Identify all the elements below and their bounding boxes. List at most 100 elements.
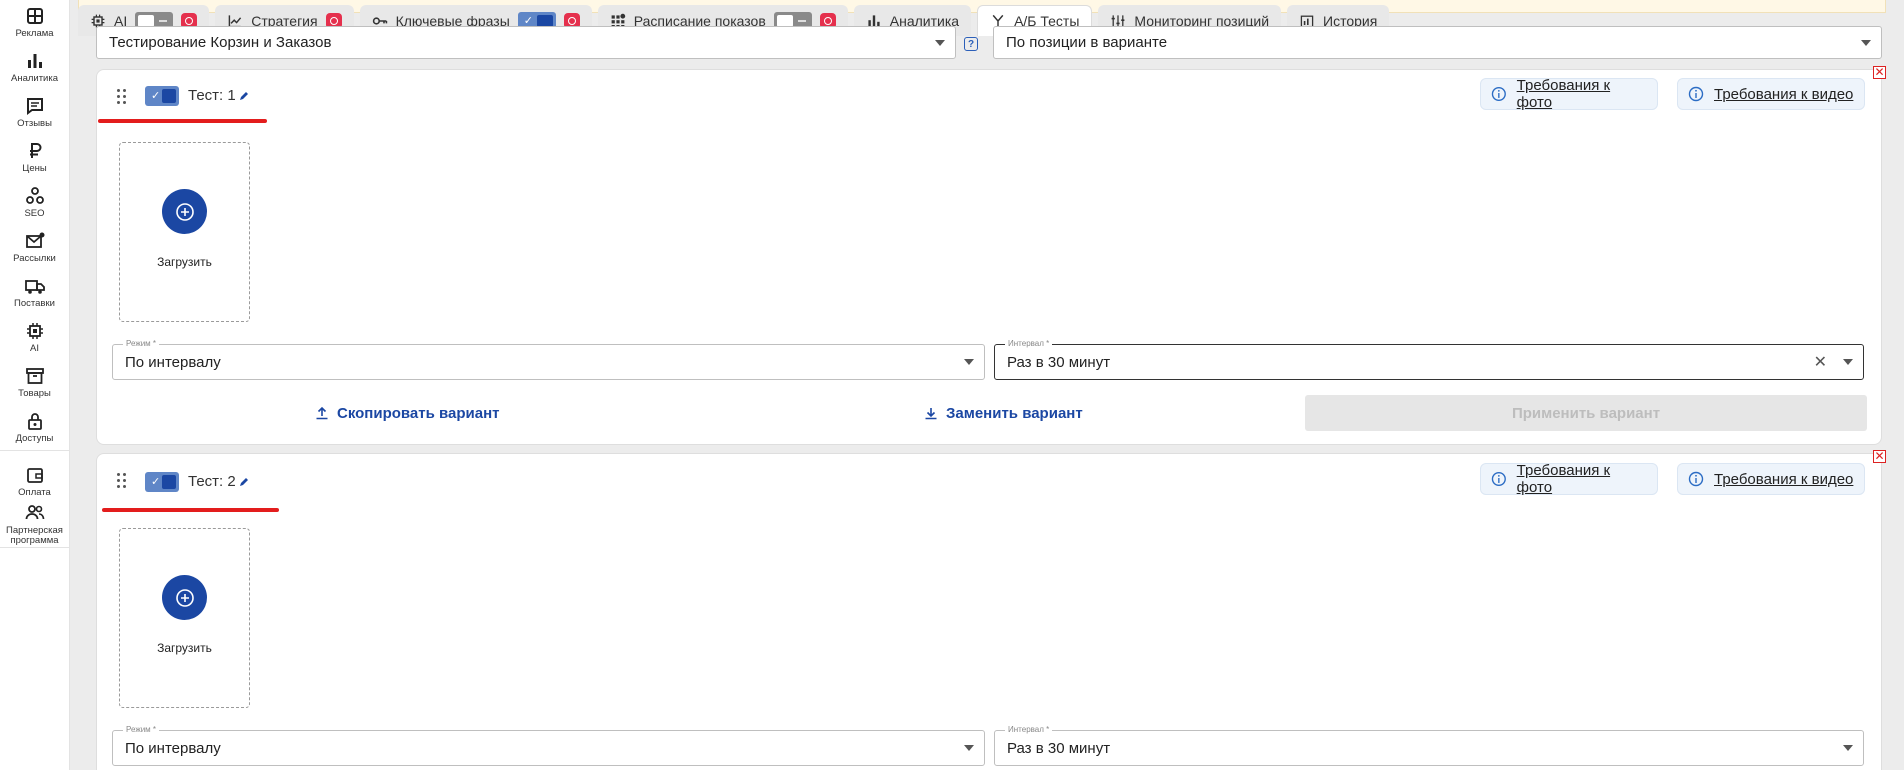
sidebar-item-products[interactable]: Товары [0,360,69,405]
seo-icon [25,187,44,204]
mode-value: По интервалу [125,353,221,371]
sidebar-main-group: Реклама Аналитика Отзывы Цены SEO Рассыл… [0,0,69,451]
test-card-1: ✓ Тест: 1 Требования к фото Требования к… [96,69,1882,445]
test-title-text: Тест: 2 [188,473,236,490]
test-enable-toggle[interactable]: ✓ [145,86,179,106]
photo-requirements-link[interactable]: Требования к фото [1480,462,1658,496]
comment-icon [26,98,43,115]
test-title[interactable]: Тест: 1 [188,87,250,104]
sidebar: Реклама Аналитика Отзывы Цены SEO Рассыл… [0,0,70,770]
pencil-icon[interactable] [238,476,250,488]
upload-button[interactable] [162,189,207,234]
chip-icon [26,323,43,339]
info-icon [1491,86,1506,102]
sidebar-item-seo[interactable]: SEO [0,180,69,225]
mode-select[interactable]: Режим * По интервалу [112,339,985,380]
upload-label: Загрузить [157,641,212,655]
info-icon [1491,471,1506,487]
clear-icon[interactable]: ✕ [1814,352,1827,372]
sidebar-item-label: Доступы [15,433,54,444]
info-icon [1688,471,1704,487]
sidebar-item-prices[interactable]: Цены [0,135,69,180]
upload-dropzone[interactable]: Загрузить [119,528,250,708]
upload-button[interactable] [162,575,207,620]
chevron-down-icon [964,359,974,365]
sidebar-item-access[interactable]: Доступы [0,405,69,450]
sidebar-item-label: Оплата [18,486,51,498]
chevron-down-icon [935,39,945,46]
sort-value: По позиции в варианте [1006,34,1168,51]
sidebar-item-label: SEO [24,208,45,219]
interval-value: Раз в 30 минут [1007,739,1111,757]
mode-select[interactable]: Режим * По интервалу [112,725,985,766]
drag-handle-icon[interactable] [117,473,127,489]
interval-select[interactable]: Интервал * Раз в 30 минут [994,725,1864,766]
sidebar-item-label: Цены [22,163,47,174]
test-enable-toggle[interactable]: ✓ [145,472,179,492]
upload-label: Загрузить [157,255,212,269]
archive-icon [25,368,44,384]
sidebar-item-analytics[interactable]: Аналитика [0,45,69,90]
test-title-text: Тест: 1 [188,87,236,104]
photo-requirements-label: Требования к фото [1516,462,1611,496]
apply-variant-label: Применить вариант [1511,404,1661,422]
sidebar-item-ai[interactable]: AI [0,315,69,360]
sidebar-item-label: Товары [18,388,51,399]
close-card-1-icon[interactable]: ✕ [1873,66,1886,79]
chevron-down-icon [1843,745,1853,751]
chevron-down-icon [1843,359,1853,365]
upload-dropzone[interactable]: Загрузить [119,142,250,322]
test-card-2: ✓ Тест: 2 Требования к фото Требования к… [96,453,1882,770]
sidebar-item-label: Партнерская программа [6,524,63,546]
page-right-edge [1888,0,1904,770]
mail-icon [25,232,44,248]
mode-field-label: Режим * [123,339,159,348]
test-type-select[interactable]: Тестирование Корзин и Заказов [96,26,956,59]
interval-field-label: Интервал * [1005,725,1053,734]
sidebar-item-partners[interactable]: Партнерская программа [0,501,69,547]
video-requirements-label: Требования к видео [1714,470,1854,488]
truck-icon [24,280,45,294]
sidebar-item-label: Аналитика [10,73,59,84]
app-root: Реклама Аналитика Отзывы Цены SEO Рассыл… [0,0,1904,770]
sidebar-item-payment[interactable]: Оплата [0,461,69,501]
sidebar-item-label: Поставки [14,298,55,309]
replace-variant-button[interactable]: Заменить вариант [924,403,1083,423]
chevron-down-icon [1861,39,1871,46]
plus-circle-icon [175,202,194,221]
wallet-icon [26,467,43,483]
interval-select[interactable]: Интервал * Раз в 30 минут ✕ [994,339,1864,380]
highlight-underline [102,508,279,512]
mode-value: По интервалу [125,739,221,757]
test-title[interactable]: Тест: 2 [188,473,250,490]
lock-icon [27,413,42,430]
partners-icon [25,504,44,519]
sidebar-item-mailings[interactable]: Рассылки [0,225,69,270]
plus-circle-icon [175,588,194,607]
pencil-icon[interactable] [238,90,250,102]
highlight-underline [98,119,267,123]
sidebar-item-supplies[interactable]: Поставки [0,270,69,315]
help-icon[interactable]: ? [964,37,978,51]
dashboard-icon [26,8,43,24]
bar-chart-icon [27,54,42,68]
sidebar-item-label: Реклама [15,28,54,39]
sidebar-item-label: Отзывы [17,118,52,129]
interval-field-label: Интервал * [1005,339,1053,348]
sidebar-item-label: AI [30,343,39,354]
info-icon [1688,86,1704,102]
photo-requirements-label: Требования к фото [1516,77,1611,111]
photo-requirements-link[interactable]: Требования к фото [1480,77,1658,111]
sidebar-item-ads[interactable]: Реклама [0,0,69,45]
drag-handle-icon[interactable] [117,89,127,105]
sidebar-item-label: Рассылки [13,253,56,264]
copy-variant-button[interactable]: Скопировать вариант [315,403,500,423]
close-card-2-icon[interactable]: ✕ [1873,450,1886,463]
sidebar-bottom-group: Оплата Партнерская программа [0,451,69,548]
sidebar-item-reviews[interactable]: Отзывы [0,90,69,135]
copy-variant-label: Скопировать вариант [337,404,500,422]
video-requirements-link[interactable]: Требования к видео [1677,78,1865,110]
video-requirements-link[interactable]: Требования к видео [1677,463,1865,495]
apply-variant-button[interactable]: Применить вариант [1305,395,1867,431]
sort-select[interactable]: По позиции в варианте [993,26,1882,59]
